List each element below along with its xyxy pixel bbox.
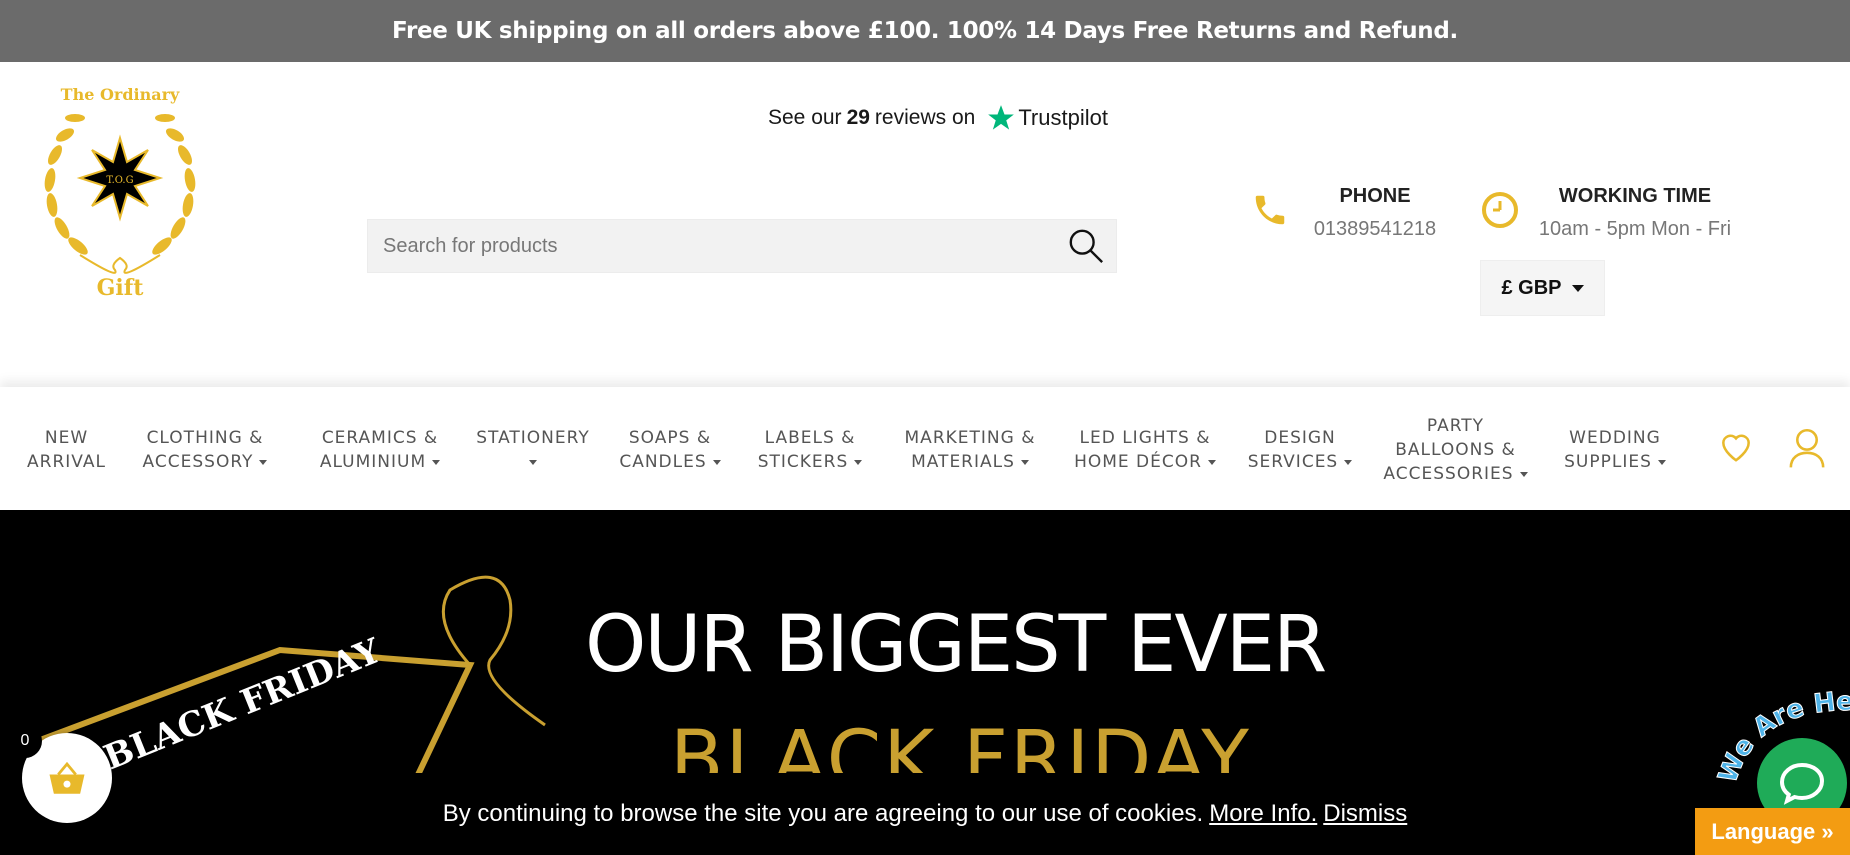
phone-number[interactable]: 01389541218	[1295, 218, 1455, 241]
announcement-text: Free UK shipping on all orders above £10…	[392, 18, 1458, 44]
heart-icon[interactable]	[1716, 427, 1756, 470]
chevron-down-icon	[1519, 471, 1528, 477]
search-bar[interactable]: Search for products	[367, 219, 1117, 273]
search-icon[interactable]	[1056, 227, 1116, 265]
nav-marketing-materials[interactable]: MARKETING & MATERIALS	[890, 426, 1050, 474]
language-button[interactable]: Language »	[1695, 808, 1850, 855]
nav-led-lights-home-decor[interactable]: LED LIGHTS & HOME DÉCOR	[1065, 426, 1225, 474]
trustpilot-widget[interactable]: See our 29 reviews on Trustpilot	[768, 104, 1108, 132]
logo-laurel-icon: The Ordinary T.O.G Gift	[44, 85, 196, 301]
chevron-down-icon	[854, 459, 863, 465]
working-time-label: WORKING TIME	[1558, 185, 1712, 207]
review-count: 29	[846, 106, 870, 129]
nav-design-services[interactable]: DESIGN SERVICES	[1240, 426, 1360, 474]
announcement-bar: Free UK shipping on all orders above £10…	[0, 0, 1850, 62]
phone-block[interactable]: PHONE 01389541218	[1245, 185, 1455, 241]
phone-label: PHONE	[1339, 185, 1411, 207]
logo-top-text: The Ordinary	[61, 85, 180, 104]
user-icon[interactable]	[1787, 427, 1827, 474]
nav-new-arrival[interactable]: NEW ARRIVAL	[24, 426, 109, 474]
trustpilot-brand-text: Trustpilot	[1018, 105, 1108, 130]
currency-label: £ GBP	[1501, 276, 1562, 299]
cookie-more-info-link[interactable]: More Info.	[1209, 800, 1317, 828]
nav-soaps-candles[interactable]: SOAPS & CANDLES	[605, 426, 735, 474]
chevron-down-icon	[432, 459, 441, 465]
language-label: Language »	[1711, 818, 1834, 844]
hero-headline: OUR BIGGEST EVER	[585, 600, 1327, 690]
site-logo[interactable]: The Ordinary T.O.G Gift	[20, 80, 220, 301]
currency-selector[interactable]: £ GBP	[1480, 260, 1605, 316]
chevron-down-icon	[529, 459, 537, 465]
cookie-text: By continuing to browse the site you are…	[442, 800, 1204, 827]
trustpilot-star-icon	[988, 105, 1015, 130]
working-time-block: WORKING TIME 10am - 5pm Mon - Fri	[1475, 185, 1745, 241]
logo-bottom-text: Gift	[97, 275, 145, 301]
trustpilot-suffix: reviews on	[874, 106, 976, 129]
nav-party-balloons-accessories[interactable]: PARTY BALLOONS & ACCESSORIES	[1378, 414, 1533, 486]
nav-ceramics-aluminium[interactable]: CERAMICS & ALUMINIUM	[300, 426, 460, 474]
chat-bubble-icon	[1779, 762, 1825, 805]
nav-clothing-accessory[interactable]: CLOTHING & ACCESSORY	[130, 426, 280, 474]
phone-icon	[1245, 185, 1295, 235]
chevron-down-icon	[1657, 459, 1666, 465]
working-time-value: 10am - 5pm Mon - Fri	[1538, 218, 1732, 240]
cart-count-badge: 0	[8, 724, 42, 758]
clock-icon	[1475, 185, 1525, 235]
chevron-down-icon	[1571, 284, 1584, 292]
search-input[interactable]: Search for products	[368, 235, 1056, 258]
chevron-down-icon	[1344, 459, 1353, 465]
chevron-down-icon	[712, 459, 721, 465]
nav-stationery[interactable]: STATIONERY	[473, 426, 593, 474]
chevron-down-icon	[1020, 459, 1029, 465]
chevron-down-icon	[1207, 459, 1216, 465]
chevron-down-icon	[259, 459, 268, 465]
nav-wedding-supplies[interactable]: WEDDING SUPPLIES	[1555, 426, 1675, 474]
basket-icon	[49, 761, 85, 794]
nav-labels-stickers[interactable]: LABELS & STICKERS	[745, 426, 875, 474]
trustpilot-prefix: See our	[768, 106, 842, 129]
logo-monogram: T.O.G	[106, 175, 133, 186]
cookie-bar: By continuing to browse the site you are…	[0, 773, 1850, 855]
trustpilot-brand: Trustpilot	[987, 104, 1108, 132]
cookie-dismiss-link[interactable]: Dismiss	[1323, 800, 1407, 828]
